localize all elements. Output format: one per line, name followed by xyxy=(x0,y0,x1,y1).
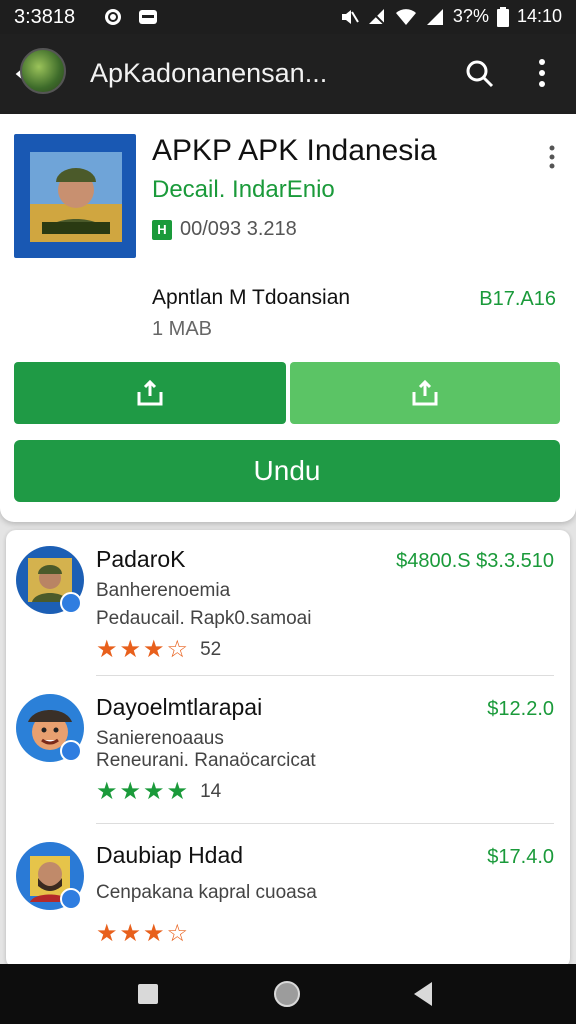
battery-icon xyxy=(496,6,509,27)
star-filled-icon: ★ xyxy=(119,778,142,805)
app-bar-title: ApKadonanensan... xyxy=(90,58,328,88)
app-bar: ApKadonanensan... xyxy=(0,34,576,114)
rating-text: 00/093 3.218 xyxy=(180,218,297,240)
star-filled-icon: ★ xyxy=(119,636,142,663)
info-price: B17.A16 xyxy=(479,288,556,310)
mute-icon xyxy=(341,9,359,24)
item-description: Reneurani. Ranaöcarcicat xyxy=(96,750,316,771)
notification-icon xyxy=(139,10,157,24)
divider xyxy=(96,675,554,676)
download-button-right[interactable] xyxy=(290,362,560,424)
star-rating: ★ ★ ★ ★ 14 xyxy=(96,780,221,804)
star-filled-icon: ★ xyxy=(96,636,118,663)
item-name: Daubiap Hdad xyxy=(96,842,244,868)
info-name: Apntlan M Tdoansian xyxy=(152,286,351,309)
item-subtitle: Banherenoemia xyxy=(96,580,231,601)
home-icon[interactable] xyxy=(274,981,300,1007)
item-name: Dayoelmtlarapai xyxy=(96,694,263,720)
divider xyxy=(96,823,554,824)
star-filled-icon: ★ xyxy=(143,778,165,805)
back-nav-icon[interactable] xyxy=(414,982,432,1006)
rating-badge: H xyxy=(152,219,172,240)
wifi-icon xyxy=(395,8,416,25)
star-filled-icon: ★ xyxy=(119,920,142,947)
app-avatar xyxy=(20,48,66,94)
star-filled-icon: ★ xyxy=(96,778,118,805)
info-size: 1 MAB xyxy=(152,318,213,340)
download-icon xyxy=(137,379,163,406)
app-more-icon[interactable] xyxy=(546,142,558,172)
download-icon xyxy=(412,379,438,406)
app-details-card: APKP APK Indanesia Decail. IndarEnio H 0… xyxy=(0,114,576,522)
app-title: APKP APK Indanesia xyxy=(152,134,437,167)
verified-badge-icon xyxy=(60,888,82,910)
signal-icon xyxy=(426,8,443,25)
no-signal-icon xyxy=(368,7,386,26)
rating-count: 52 xyxy=(200,639,222,660)
star-filled-icon: ★ xyxy=(96,920,118,947)
star-filled-icon: ★ xyxy=(166,778,189,805)
whatsapp-icon xyxy=(105,9,121,25)
related-apps-list: PadaroK $4800.S $3.3.510 Banherenoemia P… xyxy=(6,530,570,968)
star-filled-icon: ★ xyxy=(143,920,165,947)
star-rating: ★ ★ ★ ☆ 52 xyxy=(96,638,221,662)
verified-badge-icon xyxy=(60,592,82,614)
item-price: $4800.S $3.3.510 xyxy=(396,550,554,572)
status-clock: 14:10 xyxy=(516,6,562,26)
rating-row: H 00/093 3.218 xyxy=(152,218,297,241)
item-description: Pedaucail. Rapk0.samoai xyxy=(96,608,312,629)
search-icon[interactable] xyxy=(464,58,494,88)
list-item[interactable]: Dayoelmtlarapai $12.2.0 Sanierenoaaus Re… xyxy=(6,678,570,824)
item-price: $12.2.0 xyxy=(487,698,554,720)
more-vert-icon[interactable] xyxy=(532,56,552,90)
status-right: 3?% 14:10 xyxy=(339,6,562,27)
status-time: 3:3818 xyxy=(14,6,76,28)
list-item[interactable]: Daubiap Hdad $17.4.0 Cenpakana kapral cu… xyxy=(6,826,570,972)
star-empty-icon: ☆ xyxy=(166,920,189,947)
download-button-left[interactable] xyxy=(14,362,286,424)
battery-percent: 3?% xyxy=(452,6,489,26)
list-item[interactable]: PadaroK $4800.S $3.3.510 Banherenoemia P… xyxy=(6,530,570,676)
rating-count: 14 xyxy=(200,781,222,802)
star-rating: ★ ★ ★ ☆ xyxy=(96,922,188,946)
item-price: $17.4.0 xyxy=(487,846,554,868)
app-icon xyxy=(14,134,136,258)
verified-badge-icon xyxy=(60,740,82,762)
item-name: PadaroK xyxy=(96,546,186,572)
developer-name[interactable]: Decail. IndarEnio xyxy=(152,176,335,204)
system-nav-bar xyxy=(0,964,576,1024)
item-subtitle: Sanierenoaaus xyxy=(96,728,224,749)
install-button[interactable]: Undu xyxy=(14,440,560,502)
recents-icon[interactable] xyxy=(138,984,158,1004)
item-subtitle: Cenpakana kapral cuoasa xyxy=(96,882,317,903)
star-filled-icon: ★ xyxy=(143,636,165,663)
star-half-icon: ☆ xyxy=(166,636,189,663)
status-bar: 3:3818 3?% 14:10 xyxy=(0,0,576,34)
